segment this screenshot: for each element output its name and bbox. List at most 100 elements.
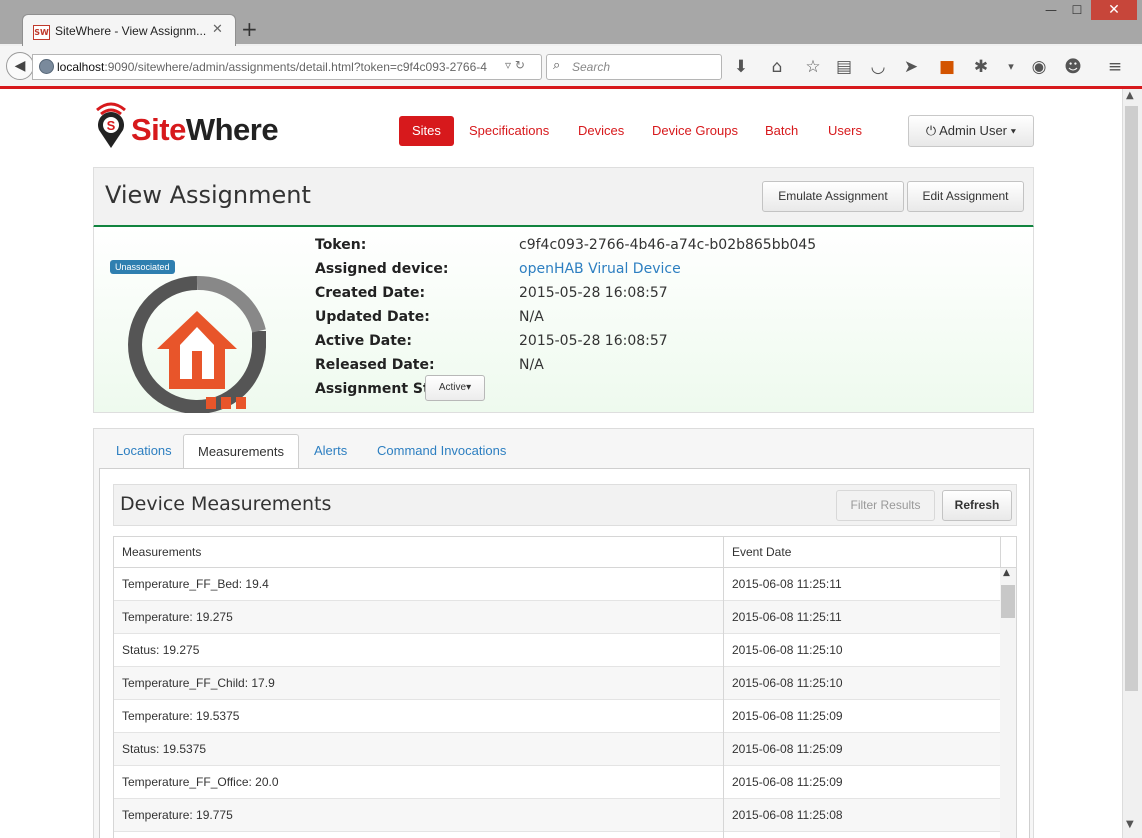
page-scroll-thumb[interactable] — [1125, 106, 1138, 691]
nav-devices[interactable]: Devices — [578, 116, 624, 146]
active-label: Active Date: — [315, 333, 412, 349]
tabs-panel: Locations Measurements Alerts Command In… — [93, 428, 1034, 838]
event-date-cell: 2015-06-08 11:25:11 — [732, 577, 842, 591]
nav-sites[interactable]: Sites — [399, 116, 454, 146]
bookmark-star-icon[interactable]: ☆ — [802, 56, 824, 78]
event-date-cell: 2015-06-08 11:25:10 — [732, 676, 843, 690]
tab-measurements[interactable]: Measurements — [183, 434, 299, 470]
measurement-cell: Temperature_FF_Bed: 19.4 — [122, 577, 269, 591]
scroll-up-icon[interactable]: ▲ — [1003, 568, 1010, 578]
table-row[interactable]: Temperature: 19.775 2015-06-08 11:25:08 — [114, 799, 1000, 832]
tab-close-icon[interactable]: ✕ — [212, 22, 223, 37]
minimize-icon[interactable]: — — [1040, 0, 1062, 20]
event-date-cell: 2015-06-08 11:25:10 — [732, 643, 843, 657]
logo-text-where: Where — [185, 112, 279, 147]
dropdown-arrow-icon[interactable]: ▾ — [1000, 56, 1022, 78]
assigned-device-link[interactable]: openHAB Virual Device — [519, 261, 681, 277]
download-icon[interactable]: ⬇ — [730, 56, 752, 78]
globe-icon — [39, 59, 54, 74]
measurement-cell: Temperature_FF_Child: 17.9 — [122, 676, 275, 690]
power-icon: ⏻ — [925, 123, 937, 138]
assignment-status-dropdown[interactable]: Active▾ — [425, 375, 485, 401]
event-date-cell: 2015-06-08 11:25:11 — [732, 610, 842, 624]
measurement-cell: Temperature: 19.775 — [122, 808, 233, 822]
table-row[interactable]: Status: 19.5375 2015-06-08 11:25:09 — [114, 733, 1000, 766]
column-measurements[interactable]: Measurements — [122, 545, 201, 559]
new-tab-icon[interactable]: + — [241, 17, 258, 41]
browser-tab[interactable]: SW SiteWhere - View Assignm... ✕ — [22, 14, 236, 47]
page-title: View Assignment — [105, 181, 311, 209]
tab-locations[interactable]: Locations — [116, 434, 172, 468]
status-badge: Unassociated — [110, 260, 175, 274]
history-icon[interactable]: ◉ — [1028, 56, 1050, 78]
pocket-icon[interactable]: ◡ — [867, 56, 889, 78]
browser-window: SW SiteWhere - View Assignm... ✕ + — ☐ ✕… — [0, 0, 1142, 838]
back-arrow-icon[interactable]: ◀ — [6, 52, 34, 80]
table-scroll-thumb[interactable] — [1001, 585, 1015, 618]
measurements-title: Device Measurements — [120, 493, 332, 515]
released-label: Released Date: — [315, 357, 435, 373]
device-label: Assigned device: — [315, 261, 449, 277]
logo-pin-icon: S — [96, 102, 126, 148]
browser-toolbar: ◀ localhost:9090/sitewhere/admin/assignm… — [0, 46, 1142, 89]
chat-icon[interactable]: ☻ — [1062, 56, 1084, 78]
nav-specifications[interactable]: Specifications — [469, 116, 549, 146]
url-text[interactable]: localhost:9090/sitewhere/admin/assignmen… — [57, 60, 487, 74]
column-event-date[interactable]: Event Date — [732, 545, 791, 559]
window-close-icon[interactable]: ✕ — [1091, 0, 1137, 20]
nav-device-groups[interactable]: Device Groups — [652, 116, 738, 146]
home-icon[interactable]: ⌂ — [766, 56, 788, 78]
created-value: 2015-05-28 16:08:57 — [519, 285, 668, 301]
reload-icon[interactable]: ▿ ↻ — [505, 58, 525, 72]
table-row[interactable]: Temperature: 19.275 2015-06-08 11:25:11 — [114, 601, 1000, 634]
edit-assignment-button[interactable]: Edit Assignment — [907, 181, 1024, 212]
measurements-pane: Device Measurements Filter Results Refre… — [99, 468, 1030, 838]
search-icon: ⌕ — [553, 58, 561, 73]
tab-title: SiteWhere - View Assignm... — [55, 24, 207, 38]
caret-down-icon: ▾ — [1010, 123, 1017, 138]
status-value: Active — [438, 382, 467, 393]
table-row[interactable]: Status: 19.275 2015-06-08 11:25:10 — [114, 634, 1000, 667]
updated-label: Updated Date: — [315, 309, 430, 325]
emulate-assignment-button[interactable]: Emulate Assignment — [762, 181, 904, 212]
extension-icon[interactable]: ✱ — [970, 56, 992, 78]
maximize-icon[interactable]: ☐ — [1066, 0, 1088, 20]
tab-alerts[interactable]: Alerts — [314, 434, 347, 468]
url-host: localhost — [57, 60, 105, 74]
page-scroll-up-icon[interactable]: ▲ — [1126, 90, 1134, 101]
assignment-details: Unassociated Token: Assigned device: Cre… — [93, 227, 1034, 413]
filter-results-button[interactable]: Filter Results — [836, 490, 935, 521]
url-bar[interactable]: localhost:9090/sitewhere/admin/assignmen… — [32, 54, 542, 80]
event-date-cell: 2015-06-08 11:25:09 — [732, 775, 843, 789]
title-bar: SW SiteWhere - View Assignm... ✕ + — ☐ ✕ — [0, 0, 1142, 47]
page-header: View Assignment Emulate Assignment Edit … — [93, 167, 1034, 228]
table-row[interactable]: Temperature_FF_Child: 17.9 2015-06-08 11… — [114, 667, 1000, 700]
search-placeholder: Search — [572, 60, 611, 74]
url-path: :9090/sitewhere/admin/assignments/detail… — [104, 60, 487, 74]
send-icon[interactable]: ➤ — [900, 56, 922, 78]
user-menu-button[interactable]: ⏻ Admin User ▾ — [908, 115, 1034, 147]
table-row[interactable]: Temperature: 19.5375 2015-06-08 11:25:09 — [114, 700, 1000, 733]
table-scrollbar[interactable]: ▲ — [1000, 568, 1016, 838]
caret-down-icon: ▾ — [466, 382, 472, 393]
menu-icon[interactable]: ≡ — [1104, 56, 1126, 78]
event-date-cell: 2015-06-08 11:25:09 — [732, 742, 843, 756]
tab-command-invocations[interactable]: Command Invocations — [377, 434, 506, 468]
user-menu-label: Admin User — [939, 123, 1008, 138]
table-row[interactable]: Temperature_FF_Office: 20.0 2015-06-08 1… — [114, 766, 1000, 799]
search-bar[interactable]: ⌕ Search — [546, 54, 722, 80]
reading-list-icon[interactable]: ▤ — [833, 56, 855, 78]
measurements-header: Device Measurements Filter Results Refre… — [113, 484, 1017, 526]
table-row[interactable]: Temperature_FF_Bed: 19.4 2015-06-08 11:2… — [114, 568, 1000, 601]
nav-batch[interactable]: Batch — [765, 116, 798, 146]
favicon-icon: SW — [33, 25, 50, 40]
created-label: Created Date: — [315, 285, 426, 301]
token-value: c9f4c093-2766-4b46-a74c-b02b865bb045 — [519, 237, 817, 253]
nav-users[interactable]: Users — [828, 116, 862, 146]
refresh-button[interactable]: Refresh — [942, 490, 1012, 521]
addon-icon[interactable]: ■ — [936, 56, 958, 78]
sitewhere-logo[interactable]: S SiteWhere — [93, 100, 279, 150]
logo-text-site: Site — [131, 112, 186, 147]
event-date-cell: 2015-06-08 11:25:08 — [732, 808, 843, 822]
page-scroll-down-icon[interactable]: ▼ — [1126, 819, 1134, 830]
